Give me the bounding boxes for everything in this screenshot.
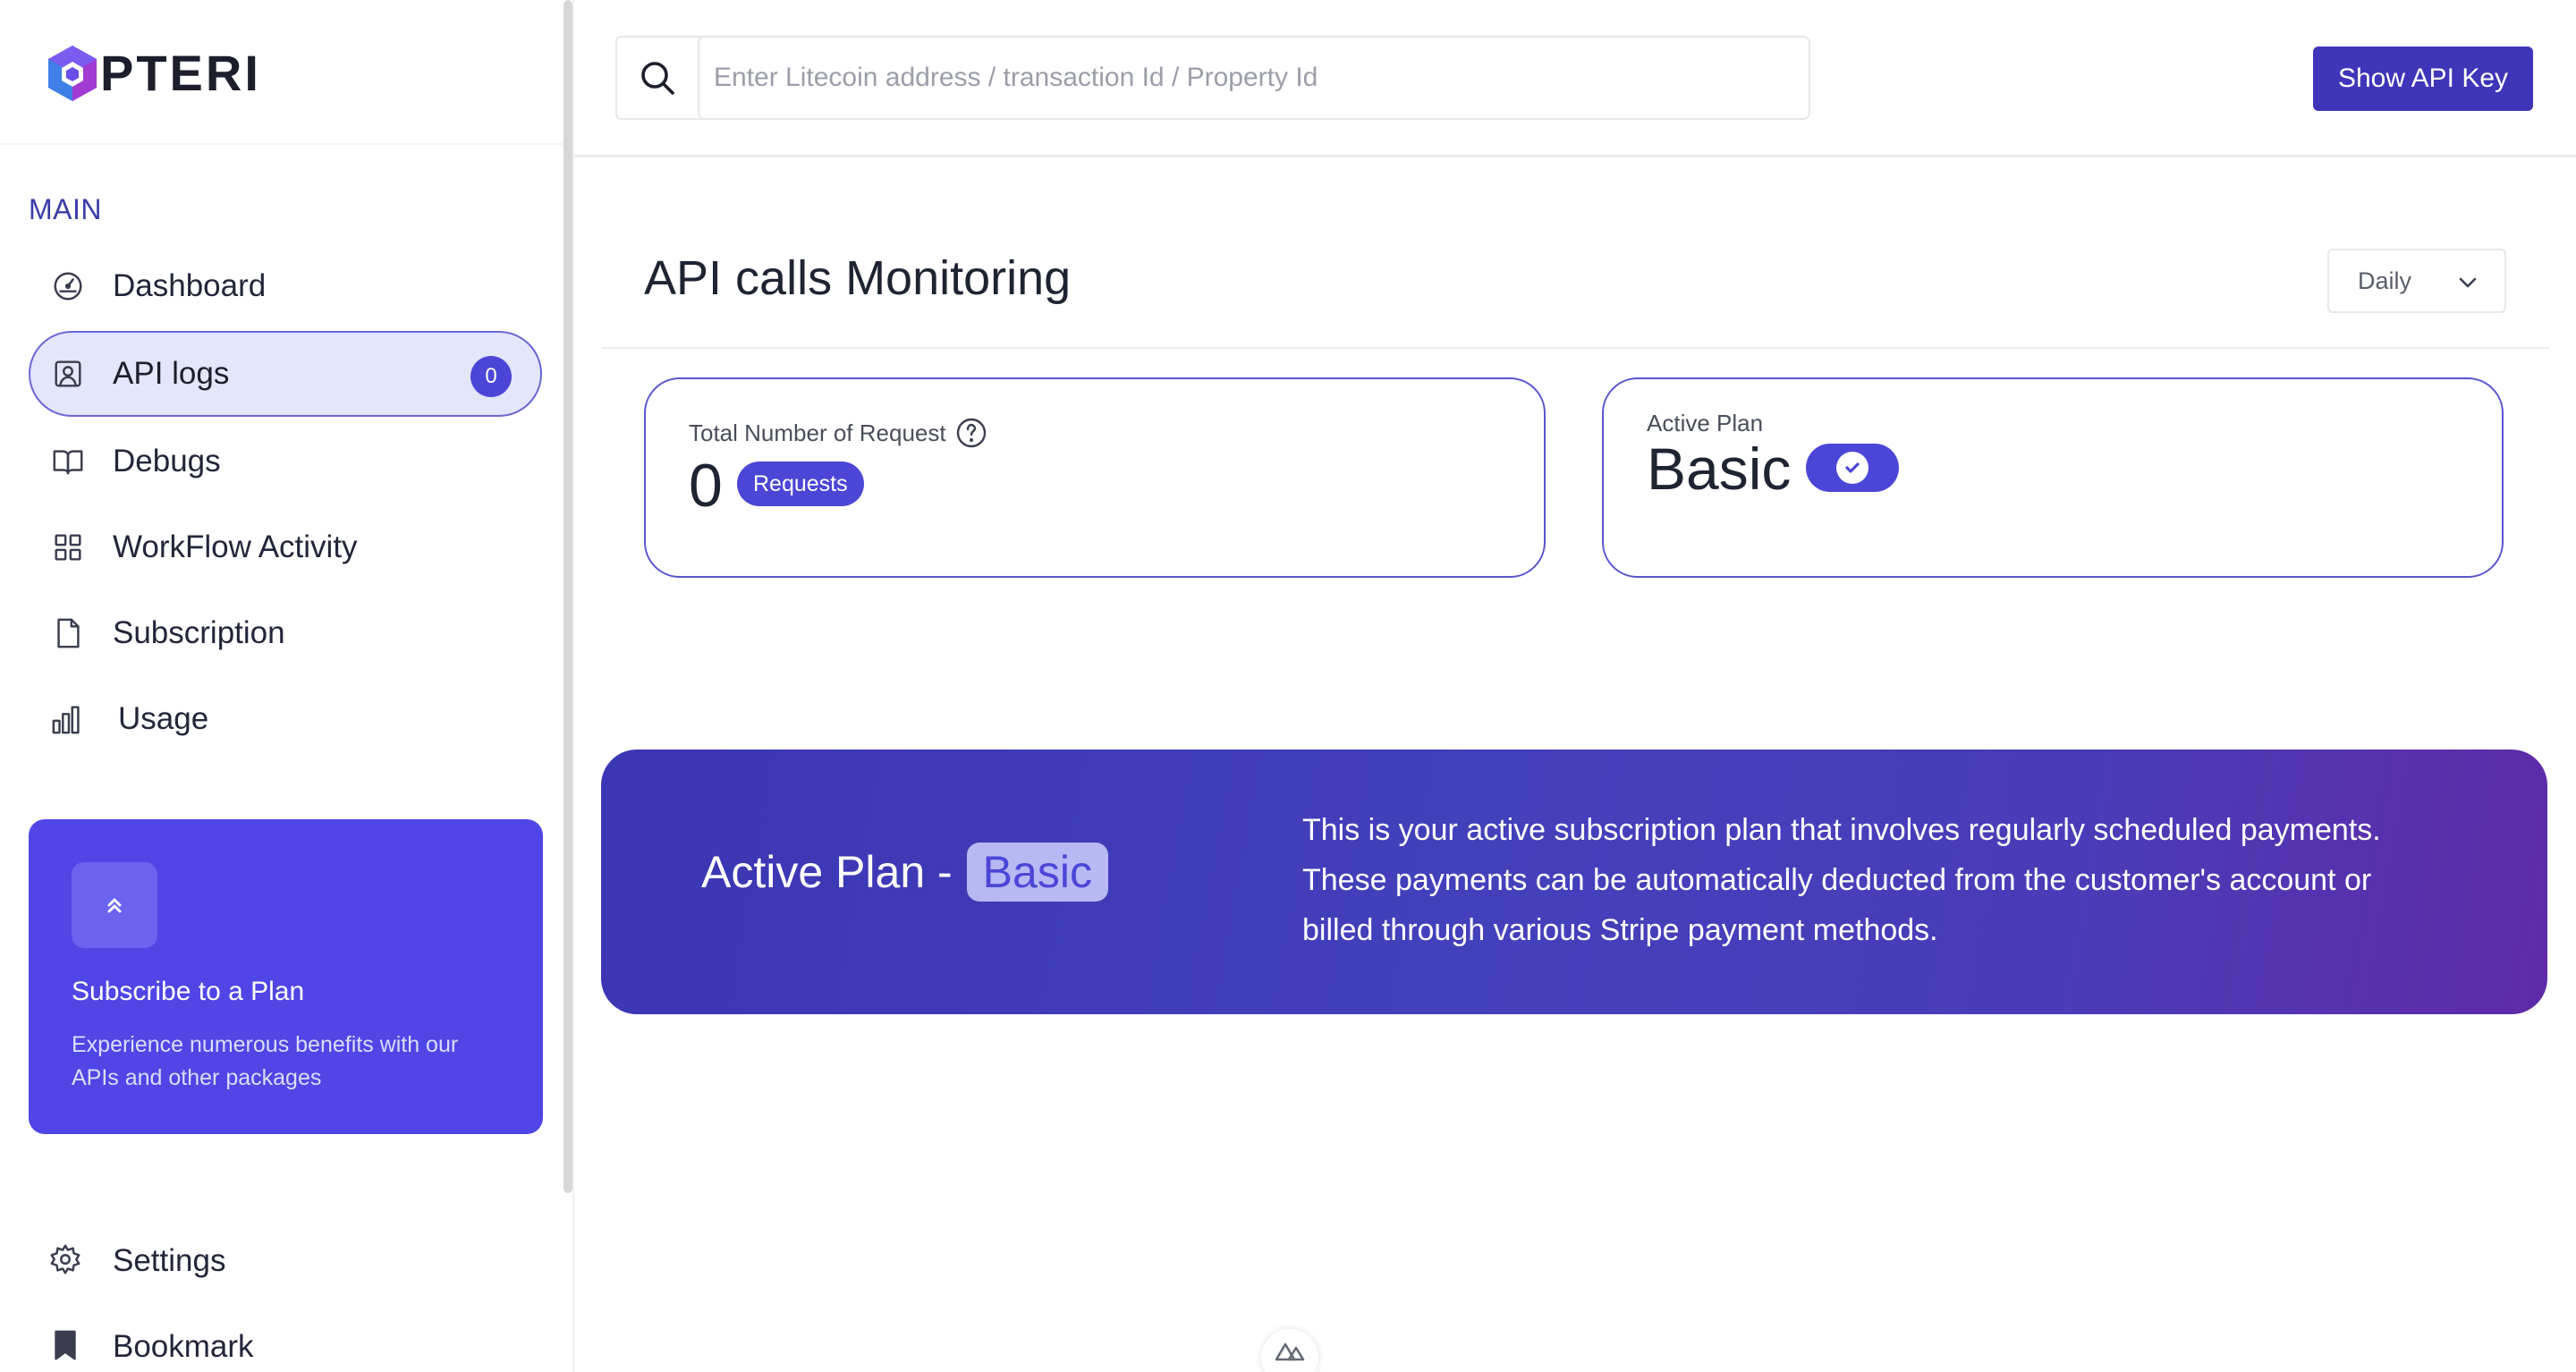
search-input[interactable] [698, 36, 1810, 120]
gear-icon [48, 1242, 82, 1281]
sidebar: PTERI MAIN Dashboard API logs 0 Debugs W… [0, 0, 565, 1372]
sidebar-item-label: Debugs [113, 444, 221, 479]
chevrons-up-icon [107, 898, 122, 913]
active-plan-banner: Active Plan - Basic This is your active … [601, 750, 2547, 1014]
promo-title: Subscribe to a Plan [72, 977, 305, 1006]
sidebar-item-label: Bookmark [113, 1329, 254, 1364]
bookmark-icon [48, 1328, 82, 1367]
promo-text: Experience numerous benefits with our AP… [72, 1032, 459, 1090]
banner-description: This is your active subscription plan th… [1302, 813, 2381, 947]
brand-name: PTERI [100, 45, 261, 101]
book-open-icon [50, 444, 86, 479]
nuxt-logo-icon [1275, 1342, 1305, 1361]
help-icon[interactable] [955, 417, 987, 449]
page-title: API calls Monitoring [644, 251, 1072, 305]
brand-logo[interactable]: PTERI [41, 43, 261, 104]
sidebar-item-label: Subscription [113, 615, 285, 650]
sidebar-item-subscription[interactable]: Subscription [29, 590, 542, 676]
sidebar-item-api-logs[interactable]: API logs 0 [29, 331, 542, 417]
period-select-value: Daily [2358, 267, 2412, 294]
sidebar-item-dashboard[interactable]: Dashboard [29, 243, 542, 329]
brand-divider [0, 143, 564, 145]
search-bar [615, 36, 1810, 120]
period-select[interactable]: Daily [2327, 249, 2506, 313]
active-plan-card: Active Plan Basic [1602, 377, 2504, 578]
section-title-main: MAIN [29, 193, 102, 225]
show-api-key-button[interactable]: Show API Key [2313, 47, 2533, 111]
subscribe-plan-button[interactable] [72, 862, 157, 948]
sidebar-item-label: Settings [113, 1243, 226, 1278]
banner-title-prefix: Active Plan - [701, 847, 953, 897]
sidebar-item-label: Dashboard [113, 268, 267, 303]
sidebar-item-label: Usage [118, 701, 209, 736]
grid-icon [50, 529, 86, 565]
requests-badge: Requests [737, 462, 864, 506]
sidebar-item-debugs[interactable]: Debugs [29, 419, 542, 504]
title-divider [601, 347, 2549, 349]
banner-plan-pill: Basic [966, 843, 1108, 902]
user-square-icon [50, 356, 86, 392]
pteri-logo-icon [48, 46, 97, 101]
banner-title: Active Plan - Basic [701, 843, 1108, 902]
top-bar: Show API Key [574, 0, 2576, 157]
document-icon [50, 615, 86, 651]
api-logs-count-badge: 0 [470, 356, 512, 397]
check-circle-icon [1836, 452, 1868, 484]
search-button[interactable] [617, 38, 698, 118]
sidebar-item-bookmark[interactable]: Bookmark [48, 1320, 254, 1372]
dashboard-gauge-icon [50, 268, 86, 304]
chevron-down-icon [2459, 277, 2477, 288]
bar-chart-icon [50, 701, 86, 737]
total-requests-label: Total Number of Request [689, 419, 946, 446]
total-requests-value: 0 [689, 452, 723, 520]
subscribe-plan-card[interactable]: Subscribe to a Plan Experience numerous … [29, 819, 543, 1134]
active-plan-check-badge [1806, 444, 1899, 492]
sidebar-item-usage[interactable]: Usage [29, 676, 542, 762]
sidebar-item-settings[interactable]: Settings [48, 1234, 225, 1288]
active-plan-label: Active Plan [1647, 410, 1764, 436]
sidebar-item-workflow-activity[interactable]: WorkFlow Activity [29, 504, 542, 590]
sidebar-item-label: API logs [113, 356, 230, 391]
search-icon [641, 62, 674, 95]
total-requests-card: Total Number of Request 0 Requests [644, 377, 1546, 578]
sidebar-divider [572, 0, 574, 1372]
sidebar-item-label: WorkFlow Activity [113, 529, 358, 564]
total-requests-label-row: Total Number of Request [689, 417, 987, 449]
sidebar-scrollbar[interactable] [564, 0, 572, 1193]
active-plan-name: Basic [1647, 436, 1792, 502]
devtools-toggle[interactable] [1261, 1329, 1318, 1372]
